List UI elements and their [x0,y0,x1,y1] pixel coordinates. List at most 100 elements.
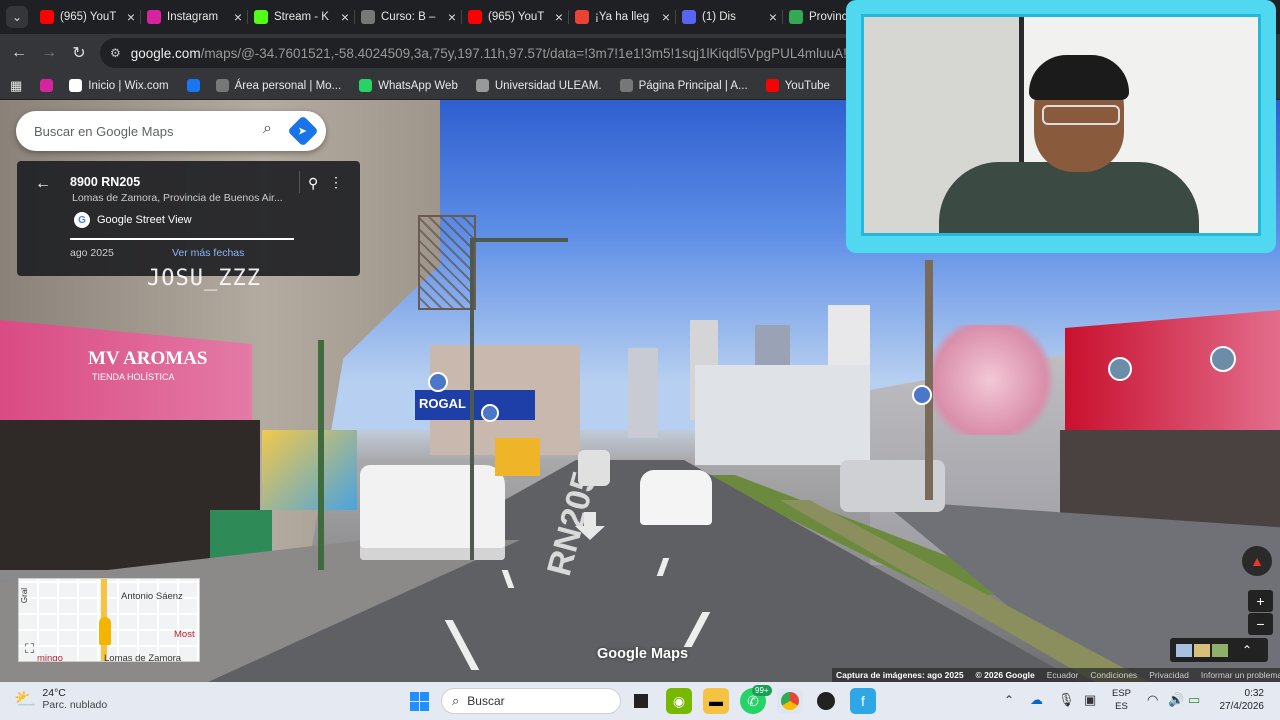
wifi-icon[interactable]: ◠ [1147,692,1158,708]
chrome-app[interactable] [777,688,803,714]
search-icon[interactable]: ⌕ [263,120,272,138]
zoom-out-button[interactable]: − [1248,613,1273,635]
card-subtitle: Lomas de Zamora, Provincia de Buenos Air… [72,192,282,204]
tab-title: Instagram [167,11,219,23]
close-tab-icon[interactable]: × [662,9,670,25]
forward-button[interactable]: → [34,38,64,68]
tab-title: (965) YouT [488,11,545,23]
tab-title: ¡Ya ha lleg [595,11,650,23]
capture-attribution: Captura de imágenes: ago 2025 [836,670,964,680]
privacy-link[interactable]: Privacidad [1149,670,1189,680]
bookmark[interactable]: Inicio | Wix.com [69,79,169,92]
site-info-icon[interactable]: ⚙ [110,46,121,60]
compass[interactable]: ▲ [1242,546,1272,576]
search-input[interactable]: Buscar en Google Maps ⌕ ➤ [16,111,326,151]
search-icon: ⌕ [452,693,460,708]
address-bar[interactable]: ⚙ google.com /maps/@-34.7601521,-58.4024… [100,38,900,68]
car-distant [578,450,610,486]
nvidia-app[interactable]: ◉ [666,688,692,714]
expand-up-icon[interactable]: ⌃ [1242,643,1252,657]
bookmark[interactable] [186,79,206,92]
bookmark[interactable]: Universidad ULEAM. [475,79,602,92]
place-marker[interactable] [912,385,932,405]
language-indicator[interactable]: ESP ES [1112,687,1131,713]
apps-button[interactable]: ▦ [10,78,22,94]
task-view-button[interactable] [628,688,654,714]
divider [299,171,300,193]
street-label: Gral [20,587,30,604]
place-marker[interactable] [1108,357,1132,381]
back-button[interactable]: ← [4,38,34,68]
pegman-icon[interactable] [99,617,111,645]
folder-icon: ▬ [709,693,723,709]
obs-app[interactable] [813,688,839,714]
source-label: Google Street View [97,214,192,226]
minimap[interactable]: Antonio Sáenz Most Lomas de Zamora mingo… [18,578,200,662]
browser-tab[interactable]: ¡Ya ha lleg × [569,0,676,34]
zoom-in-button[interactable]: + [1248,590,1273,612]
battery-icon[interactable]: ▭ [1188,692,1200,708]
close-tab-icon[interactable]: × [769,9,777,25]
tab-search-button[interactable]: ⌄ [0,0,34,34]
tab-title: (965) YouT [60,11,117,23]
place-marker[interactable] [1210,346,1236,372]
terms-link[interactable]: Condiciones [1090,670,1137,680]
street-lamp-arm [470,238,568,242]
thumbnail[interactable] [1194,643,1210,657]
file-explorer[interactable]: ▬ [703,688,729,714]
taskbar-search[interactable]: ⌕ Buscar [441,688,621,714]
onedrive-icon[interactable]: ☁ [1030,692,1043,708]
bookmark[interactable]: Página Principal | A... [619,79,748,92]
tab-title: (1) Dis [702,11,736,23]
more-options-icon[interactable]: ⋮ [329,174,343,191]
capture-date: ago 2025 [70,247,114,259]
start-button[interactable] [406,688,432,714]
place-marker[interactable] [481,404,499,422]
close-tab-icon[interactable]: × [127,9,135,25]
reload-button[interactable]: ↻ [64,38,94,68]
stream-watermark: JOSU_ZZZ [147,266,261,291]
bookmark[interactable]: Área personal | Mo... [215,79,341,92]
place-marker[interactable] [428,372,448,392]
google-maps-logo: Google Maps [597,646,689,662]
browser-tab[interactable]: (965) YouT × [462,0,569,34]
browser-tab[interactable]: Curso: B – × [355,0,462,34]
directions-button[interactable]: ➤ [287,115,319,147]
expand-icon[interactable]: ⛶ [25,641,34,657]
close-tab-icon[interactable]: × [234,9,242,25]
chevron-up-icon[interactable]: ⌃ [1004,693,1014,707]
weather-temp: 24°C [42,687,66,699]
browser-tab[interactable]: (1) Dis × [676,0,783,34]
weather-widget[interactable]: ⛅ 24°C Parc. nublado [14,687,107,711]
progress-line [70,238,294,240]
back-arrow-icon[interactable]: ← [35,175,51,193]
thumbnail[interactable] [1176,643,1192,657]
browser-tab[interactable]: Instagram × [141,0,248,34]
report-link[interactable]: Informar un problema [1201,670,1280,680]
whatsapp-icon [359,79,373,92]
close-tab-icon[interactable]: × [341,9,349,25]
close-tab-icon[interactable]: × [555,9,563,25]
pin-icon[interactable]: ⚲ [308,175,318,192]
editor-app[interactable]: f [850,688,876,714]
country-link[interactable]: Ecuador [1047,670,1079,680]
thumbnail[interactable] [1212,643,1228,657]
moodle-icon [215,79,229,92]
browser-tab[interactable]: (965) YouT × [34,0,141,34]
street-label: Antonio Sáenz [121,591,183,602]
photo-strip[interactable]: ⌃ [1170,638,1268,662]
search-placeholder: Buscar en Google Maps [34,123,174,139]
microphone-icon[interactable]: 🎙 [1058,692,1075,708]
volume-icon[interactable]: 🔊 [1168,692,1184,708]
browser-tab[interactable]: Stream - K × [248,0,355,34]
bookmark[interactable]: YouTube [765,79,830,92]
close-tab-icon[interactable]: × [448,9,456,25]
more-dates-link[interactable]: Ver más fechas [172,247,244,259]
bus [495,438,540,476]
editor-icon: f [861,693,865,709]
clock-time: 0:32 [1244,688,1264,699]
bookmark[interactable] [40,79,59,92]
display-icon[interactable]: ▣ [1084,692,1096,708]
bookmark[interactable]: WhatsApp Web [359,79,458,92]
clock[interactable]: 0:32 27/4/2026 [1204,687,1265,713]
